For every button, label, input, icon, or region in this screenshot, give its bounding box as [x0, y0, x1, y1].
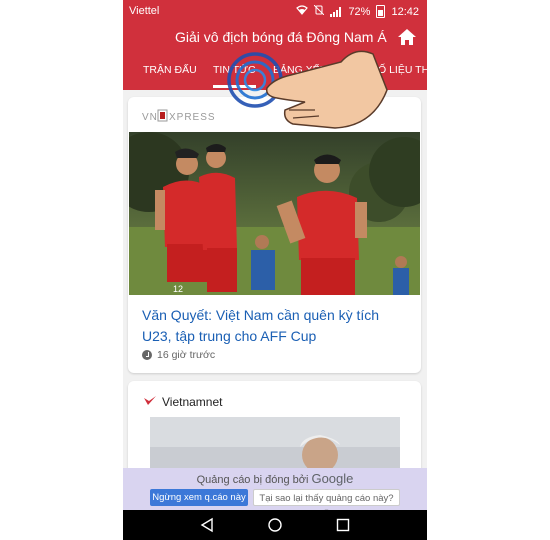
clock-icon	[142, 350, 152, 360]
left-margin	[0, 0, 123, 540]
stop-ad-button[interactable]: Ngừng xem q.cáo này	[150, 489, 248, 506]
wifi-icon	[296, 5, 309, 18]
source-row: Vietnamnet	[144, 395, 223, 409]
system-nav-bar	[123, 510, 427, 540]
app-bar: Giải vô địch bóng đá Đông Nam Á	[123, 22, 427, 52]
tab-statistics[interactable]: SỐ LIỆU THỐNG KÊ	[371, 64, 427, 76]
why-ad-button[interactable]: Tại sao lại thấy quảng cáo này? ⓘ	[253, 489, 400, 521]
back-icon[interactable]	[199, 517, 215, 533]
signal-icon	[330, 6, 342, 17]
news-time-text: 16 giờ trước	[157, 349, 216, 361]
tab-standings[interactable]: BẢNG XẾP HẠNG	[273, 64, 360, 76]
news-time: 16 giờ trước	[142, 349, 215, 361]
battery-icon	[376, 5, 386, 18]
ad-label: Quảng cáo bị đóng bởi Google	[123, 471, 427, 486]
vnexpress-logo: VN XPRESS	[142, 109, 220, 123]
home-nav-icon[interactable]	[267, 517, 283, 533]
ad-label-brand: Google	[311, 471, 354, 486]
home-icon[interactable]	[397, 27, 417, 47]
ad-label-prefix: Quảng cáo bị đóng bởi	[196, 474, 309, 486]
page-title: Giải vô địch bóng đá Đông Nam Á	[175, 29, 387, 45]
right-margin	[427, 0, 550, 540]
tab-news[interactable]: TIN TỨC	[213, 64, 256, 88]
source-name: Vietnamnet	[162, 395, 223, 409]
mute-icon	[314, 4, 325, 18]
tab-matches[interactable]: TRẬN ĐẤU	[143, 64, 197, 76]
status-bar: Viettel 72% 12:42	[123, 0, 427, 22]
tab-bar: TRẬN ĐẤU TIN TỨC BẢNG XẾP HẠNG SỐ LIỆU T…	[123, 52, 427, 90]
news-card[interactable]: VN XPRESS 12 Văn Quyết: Việt Nam cần quê…	[128, 97, 421, 373]
svg-text:XPRESS: XPRESS	[169, 112, 216, 123]
vietnamnet-logo-icon	[144, 395, 156, 409]
svg-text:VN: VN	[142, 112, 158, 123]
ad-banner: Quảng cáo bị đóng bởi Google Ngừng xem q…	[123, 468, 427, 521]
clock-time: 12:42	[391, 5, 419, 18]
battery-percent: 72%	[348, 5, 371, 18]
phone-screen: Viettel 72% 12:42 Giải vô địch bóng đá Đ…	[123, 0, 427, 540]
status-right: 72% 12:42	[296, 4, 419, 18]
news-headline[interactable]: Văn Quyết: Việt Nam cần quên kỳ tích U23…	[142, 305, 410, 347]
carrier-name: Viettel	[129, 5, 160, 17]
news-photo: 12	[129, 132, 420, 295]
svg-text:12: 12	[173, 284, 183, 294]
recents-icon[interactable]	[335, 517, 351, 533]
